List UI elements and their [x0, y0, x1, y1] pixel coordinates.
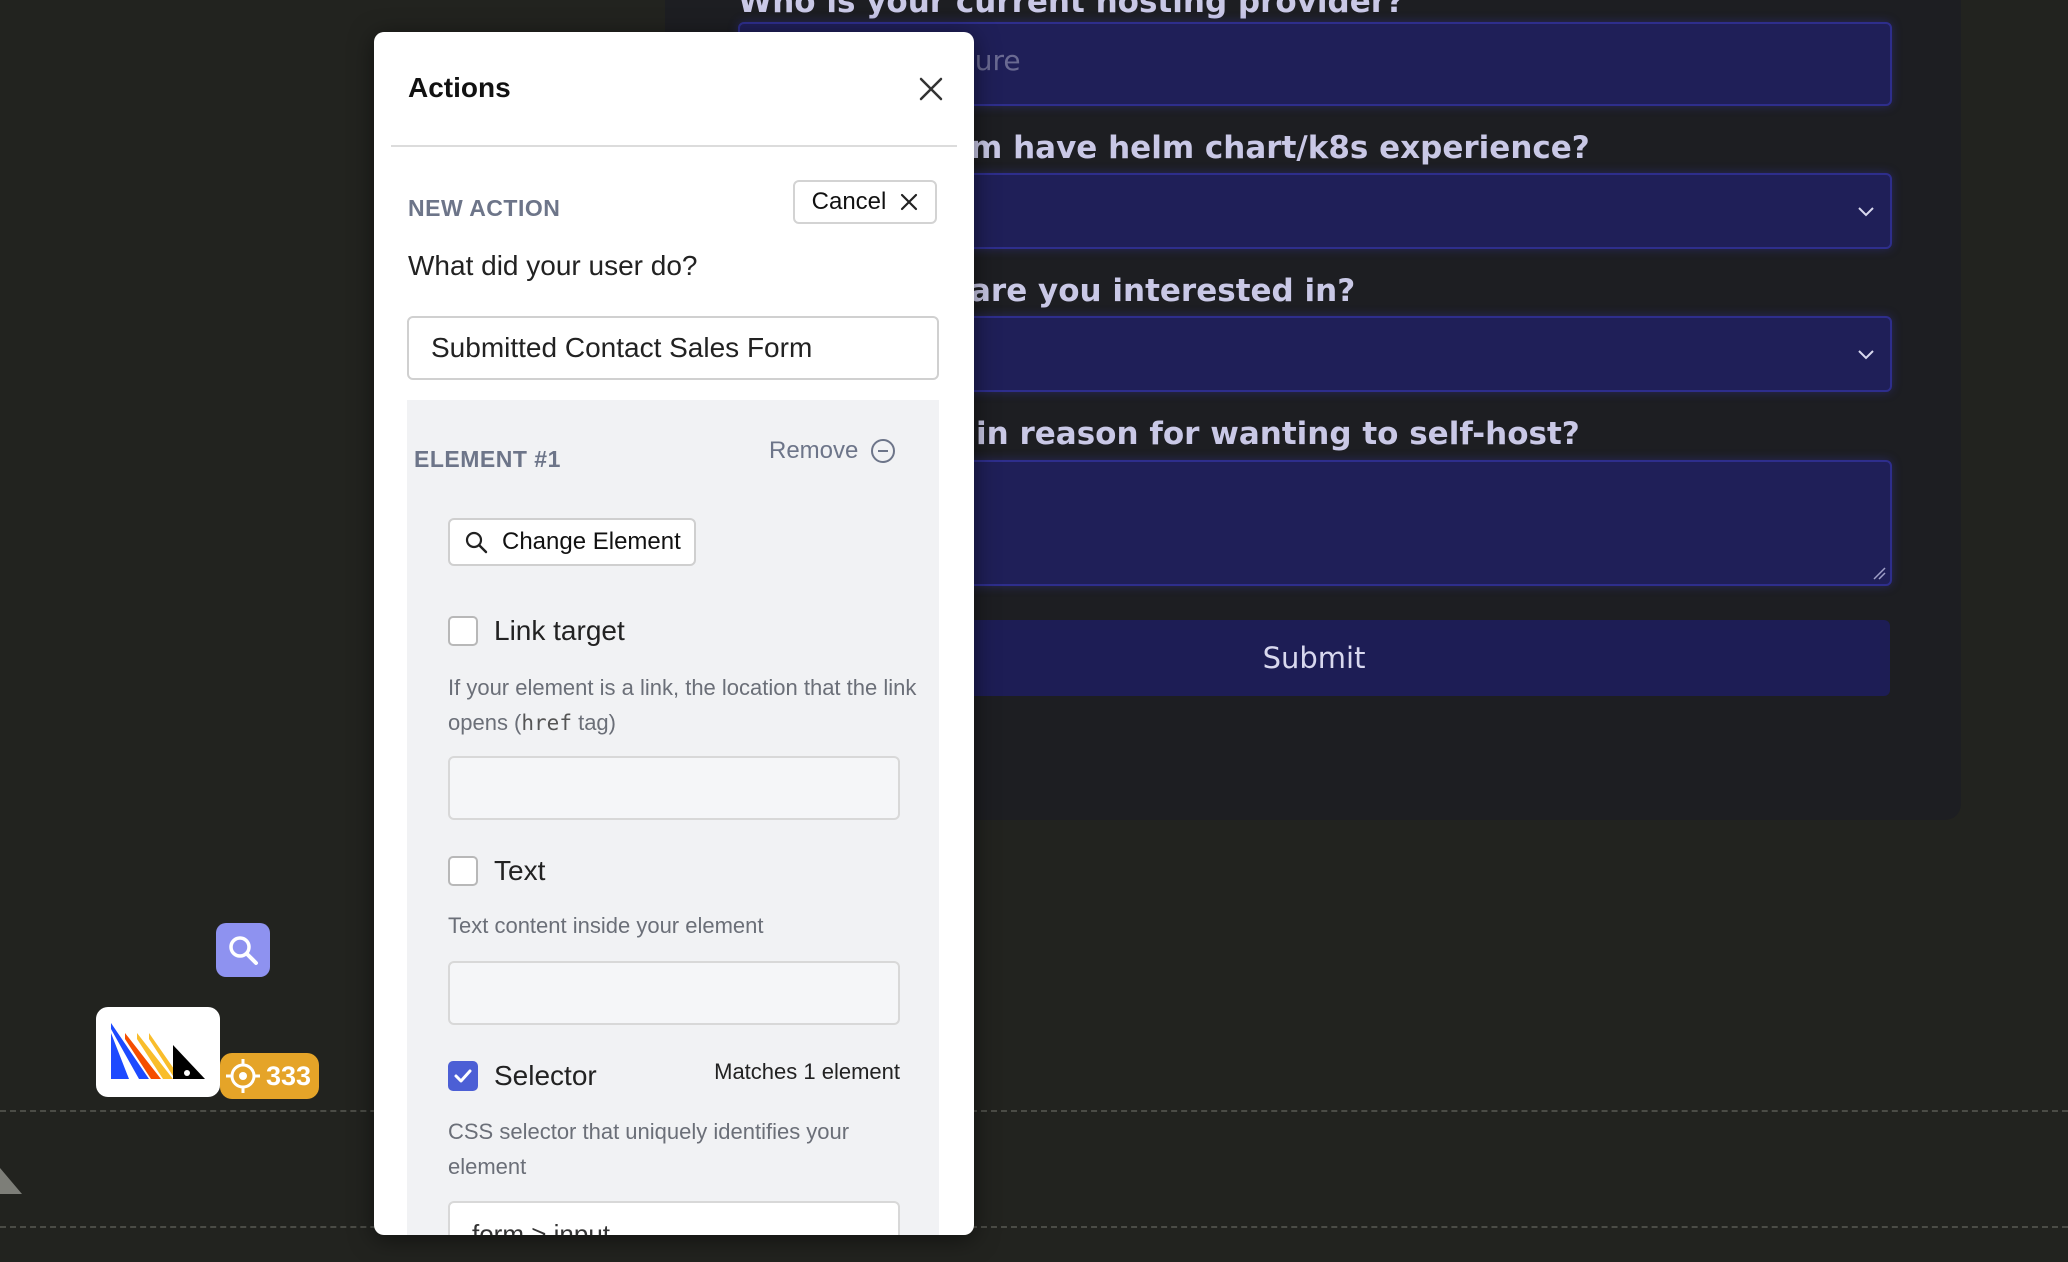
new-action-heading: NEW ACTION: [408, 195, 561, 221]
selector-help: CSS selector that uniquely identifies yo…: [448, 1119, 850, 1179]
chevron-down-icon: [1858, 207, 1874, 217]
link-target-input[interactable]: [448, 756, 900, 820]
search-icon: [465, 531, 488, 554]
modal-title: Actions: [408, 72, 511, 103]
selector-checkbox[interactable]: [448, 1061, 478, 1091]
change-element-label: Change Element: [502, 528, 681, 555]
toolbar-heatmap-badge[interactable]: 333: [220, 1053, 320, 1099]
cancel-button[interactable]: Cancel: [793, 180, 937, 224]
inspect-search-button[interactable]: [216, 923, 270, 977]
self-host-reason-label: in reason for wanting to self-host?: [976, 416, 1580, 452]
posthog-logo-icon: [111, 1023, 205, 1079]
remove-element-button[interactable]: Remove: [769, 437, 896, 465]
crosshair-icon: [226, 1059, 260, 1093]
link-target-label: Link target: [494, 615, 625, 646]
selector-row: Selector: [448, 1060, 597, 1092]
text-checkbox[interactable]: [448, 856, 478, 886]
change-element-button[interactable]: Change Element: [448, 518, 696, 566]
divider-dashed: [0, 1226, 2068, 1228]
text-label: Text: [494, 855, 546, 886]
link-target-help: If your element is a link, the location …: [448, 675, 917, 735]
action-question: What did your user do?: [408, 250, 698, 281]
action-name-input[interactable]: Submitted Contact Sales Form: [407, 316, 939, 380]
toolbar-count: 333: [266, 1060, 312, 1091]
selector-matches: Matches 1 element: [714, 1059, 900, 1084]
resize-handle-icon[interactable]: [1872, 566, 1886, 580]
checkmark-icon: [454, 1069, 472, 1083]
element-title: ELEMENT #1: [414, 446, 561, 472]
interest-label: are you interested in?: [970, 273, 1356, 309]
selector-label: Selector: [494, 1060, 597, 1091]
helm-experience-label: m have helm chart/k8s experience?: [970, 130, 1590, 166]
text-input[interactable]: [448, 961, 900, 1025]
chevron-down-icon: [1858, 350, 1874, 360]
text-row: Text: [448, 855, 545, 887]
link-target-row: Link target: [448, 615, 625, 647]
modal-divider: [391, 145, 957, 147]
close-icon[interactable]: [918, 76, 944, 102]
actions-modal: Actions NEW ACTION Cancel What did your …: [374, 32, 974, 1235]
posthog-logo-button[interactable]: [96, 1007, 220, 1097]
text-help: Text content inside your element: [448, 913, 764, 938]
remove-label: Remove: [769, 437, 859, 464]
minus-circle-icon: [871, 439, 896, 463]
selector-input[interactable]: form > input: [448, 1201, 900, 1235]
triangle-icon: [0, 1168, 22, 1194]
hosting-provider-label: Who is your current hosting provider?: [738, 0, 1405, 20]
link-target-checkbox[interactable]: [448, 616, 478, 646]
divider-dashed: [0, 1110, 2068, 1112]
search-icon: [229, 936, 258, 965]
cancel-button-label: Cancel: [811, 188, 887, 215]
close-icon: [901, 193, 918, 211]
